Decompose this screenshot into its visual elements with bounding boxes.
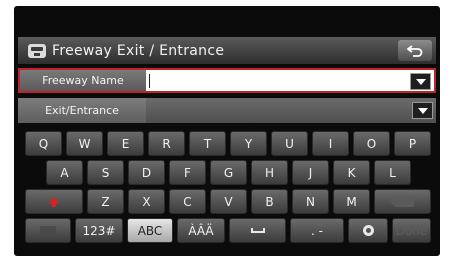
key-z[interactable]: Z: [87, 189, 124, 214]
numeric-mode-key[interactable]: 123#: [75, 218, 123, 243]
key-c[interactable]: C: [169, 189, 206, 214]
keyboard-icon: [40, 226, 56, 235]
key-j[interactable]: J: [292, 160, 329, 185]
gear-icon: [362, 225, 374, 236]
settings-key[interactable]: [348, 218, 388, 243]
key-i[interactable]: I: [312, 131, 349, 156]
key-s[interactable]: S: [87, 160, 124, 185]
back-button[interactable]: [398, 40, 432, 61]
key-n[interactable]: N: [292, 189, 329, 214]
key-w[interactable]: W: [66, 131, 103, 156]
punctuation-key[interactable]: . -: [290, 218, 344, 243]
freeway-name-dropdown-button[interactable]: [410, 73, 431, 90]
backspace-key[interactable]: [374, 189, 431, 214]
key-p[interactable]: P: [394, 131, 431, 156]
page-title: Freeway Exit / Entrance: [52, 42, 225, 59]
key-u[interactable]: U: [271, 131, 308, 156]
keyboard-toggle-key[interactable]: [25, 218, 71, 243]
key-r[interactable]: R: [148, 131, 185, 156]
key-o[interactable]: O: [353, 131, 390, 156]
key-v[interactable]: V: [210, 189, 247, 214]
chevron-down-icon: [417, 107, 428, 114]
exit-entrance-input[interactable]: [146, 98, 436, 123]
space-key[interactable]: [229, 218, 286, 243]
title-bar: Freeway Exit / Entrance: [18, 37, 436, 64]
backspace-icon: [389, 196, 414, 207]
space-icon: [250, 228, 265, 233]
shift-arrow-icon: [49, 196, 59, 207]
navigation-screen: Freeway Exit / Entrance Freeway Name Exi…: [14, 6, 440, 256]
key-x[interactable]: X: [128, 189, 165, 214]
exit-entrance-row[interactable]: Exit/Entrance: [18, 98, 436, 123]
key-b[interactable]: B: [251, 189, 288, 214]
key-k[interactable]: K: [333, 160, 370, 185]
key-e[interactable]: E: [107, 131, 144, 156]
key-a[interactable]: A: [46, 160, 83, 185]
chevron-down-icon: [415, 78, 426, 85]
freeway-name-row[interactable]: Freeway Name: [18, 68, 436, 93]
done-key[interactable]: Done: [392, 218, 431, 243]
key-m[interactable]: M: [333, 189, 370, 214]
shift-key[interactable]: [25, 189, 83, 214]
exit-entrance-dropdown-button[interactable]: [412, 102, 433, 119]
text-caret: [149, 74, 150, 88]
key-l[interactable]: L: [374, 160, 411, 185]
freeway-name-label: Freeway Name: [20, 70, 146, 91]
key-g[interactable]: G: [210, 160, 247, 185]
alpha-mode-key[interactable]: ABC: [127, 218, 173, 243]
key-t[interactable]: T: [189, 131, 226, 156]
accent-mode-key[interactable]: ÀÂÄ: [177, 218, 225, 243]
key-y[interactable]: Y: [230, 131, 267, 156]
key-d[interactable]: D: [128, 160, 165, 185]
exit-entrance-label: Exit/Entrance: [18, 98, 146, 123]
key-q[interactable]: Q: [25, 131, 62, 156]
key-h[interactable]: H: [251, 160, 288, 185]
highway-icon: [28, 43, 46, 58]
freeway-name-input[interactable]: [146, 70, 434, 91]
key-f[interactable]: F: [169, 160, 206, 185]
back-arrow-icon: [407, 44, 423, 57]
